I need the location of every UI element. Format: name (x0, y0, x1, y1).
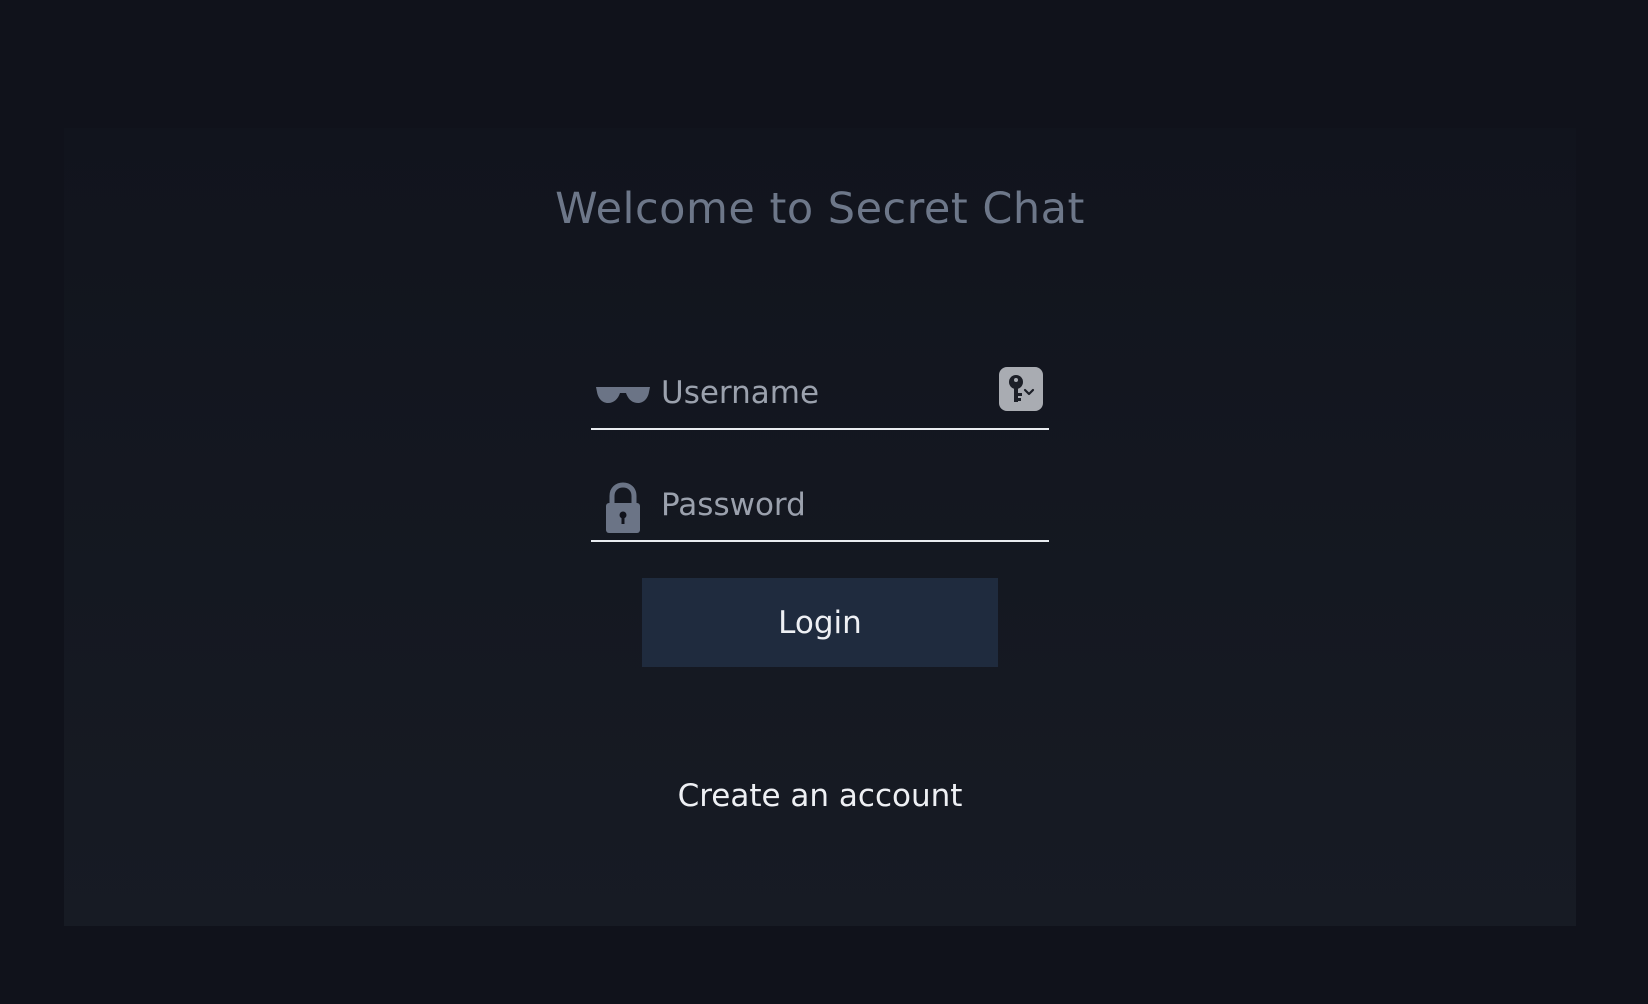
sunglasses-icon (593, 372, 653, 422)
username-field (591, 358, 1049, 430)
password-input[interactable] (661, 480, 961, 530)
lock-icon (593, 482, 653, 534)
username-input[interactable] (661, 368, 961, 418)
login-button[interactable]: Login (642, 578, 998, 667)
key-dropdown-icon[interactable] (999, 367, 1043, 411)
create-account-link[interactable]: Create an account (0, 778, 1640, 814)
password-field (591, 470, 1049, 542)
page-title: Welcome to Secret Chat (555, 184, 1085, 234)
